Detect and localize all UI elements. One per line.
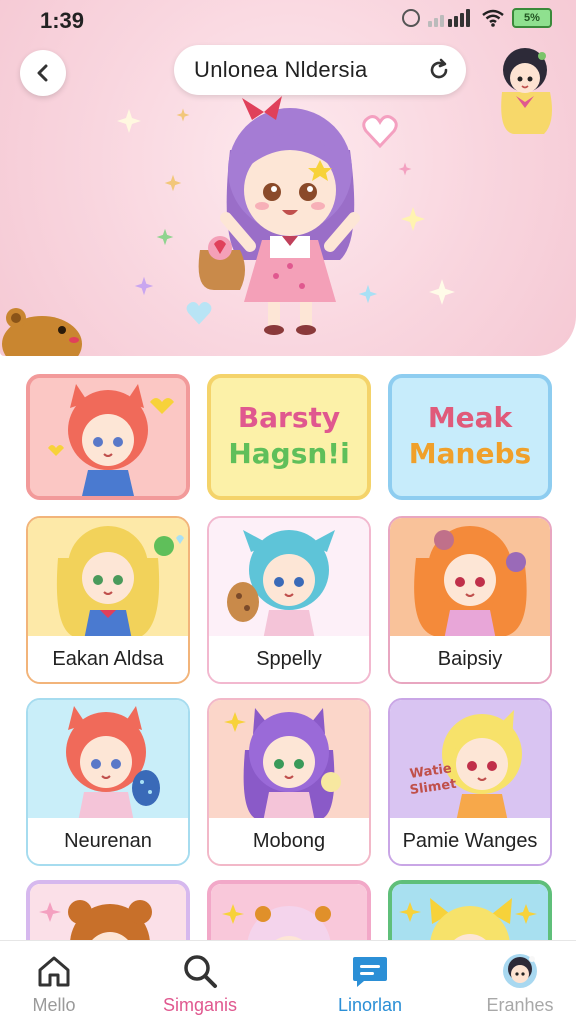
nav-label-home: Mello <box>32 995 76 1015</box>
sparkle-icon <box>117 109 141 133</box>
character-card[interactable]: Watie Slimet Pamie Wanges <box>388 698 552 866</box>
promo-banner-card[interactable]: Meak Manebs <box>388 374 552 500</box>
character-name: Mobong <box>209 818 369 864</box>
promo-banner-title: Barsty Hagsn!i <box>211 400 367 472</box>
alarm-icon <box>402 9 420 27</box>
character-name: Sppelly <box>209 636 369 682</box>
nav-label-search: Simganis <box>162 995 238 1015</box>
status-bar: 1:39 5% <box>0 0 576 40</box>
heart-icon <box>362 115 398 148</box>
heart-icon <box>186 301 212 325</box>
promo-banner-line: Meak <box>427 401 513 434</box>
sparkle-icon <box>401 207 425 231</box>
search-icon <box>184 955 217 988</box>
status-time: 1:39 <box>40 8 85 33</box>
status-icons: 5% <box>402 8 552 28</box>
home-icon <box>38 956 70 987</box>
wifi-icon <box>482 9 504 27</box>
character-card[interactable] <box>26 374 190 500</box>
back-button[interactable] <box>20 50 66 96</box>
refresh-icon <box>430 58 448 79</box>
character-card[interactable]: Sppelly <box>207 516 371 684</box>
app-screen: 1:39 5% Unlonea Nldersia Barsty Hagsn!i … <box>0 0 576 1024</box>
promo-banner-card[interactable]: Barsty Hagsn!i <box>207 374 371 500</box>
character-name: Baipsiy <box>390 636 550 682</box>
character-illustration <box>209 700 369 822</box>
page-title: Unlonea Nldersia <box>194 57 368 82</box>
character-name: Neurenan <box>28 818 188 864</box>
sparkle-icon <box>429 279 455 305</box>
sparkle-icon <box>164 174 182 192</box>
promo-banner-line: Hagsn!i <box>228 437 350 470</box>
character-name: Pamie Wanges <box>390 818 550 864</box>
nav-label-chat: Linorlan <box>337 995 403 1015</box>
sparkle-icon <box>358 284 378 304</box>
character-card[interactable]: Mobong <box>207 698 371 866</box>
sparkle-icon <box>156 228 174 246</box>
chat-icon <box>353 957 387 987</box>
nav-item-chat[interactable]: Linorlan <box>298 941 442 1024</box>
nav-label-profile: Eranhes <box>486 995 554 1015</box>
character-illustration <box>390 518 550 640</box>
character-illustration <box>28 518 188 640</box>
sparkle-icon <box>134 276 154 296</box>
character-card[interactable]: Neurenan <box>26 698 190 866</box>
nav-item-home[interactable]: Mello <box>0 941 126 1024</box>
signal-icon <box>428 9 474 27</box>
character-illustration <box>390 700 550 822</box>
hero-banner: 1:39 5% Unlonea Nldersia <box>0 0 576 356</box>
chevron-left-icon <box>37 64 48 82</box>
character-grid: Barsty Hagsn!i Meak Manebs Eakan Aldsa S… <box>26 374 552 980</box>
promo-banner-title: Meak Manebs <box>392 400 548 472</box>
character-illustration <box>209 518 369 640</box>
avatar-icon <box>503 954 537 988</box>
sparkle-icon <box>176 108 190 122</box>
refresh-button[interactable] <box>426 57 452 83</box>
character-card[interactable]: Baipsiy <box>388 516 552 684</box>
nav-item-search[interactable]: Simganis <box>128 941 272 1024</box>
sparkle-icon <box>398 162 412 176</box>
nav-item-profile[interactable]: Eranhes <box>448 941 576 1024</box>
profile-avatar[interactable] <box>494 42 556 138</box>
promo-banner-line: Barsty <box>237 401 341 434</box>
bear-mascot-illustration <box>2 308 82 356</box>
promo-banner-line: Manebs <box>408 437 532 470</box>
character-illustration <box>30 378 186 496</box>
battery-icon: 5% <box>512 8 552 28</box>
character-name: Eakan Aldsa <box>28 636 188 682</box>
title-pill: Unlonea Nldersia <box>174 45 466 95</box>
character-card[interactable]: Eakan Aldsa <box>26 516 190 684</box>
character-illustration <box>28 700 188 822</box>
bottom-navigation: Mello Simganis Linorlan Eranhes <box>0 940 576 1024</box>
